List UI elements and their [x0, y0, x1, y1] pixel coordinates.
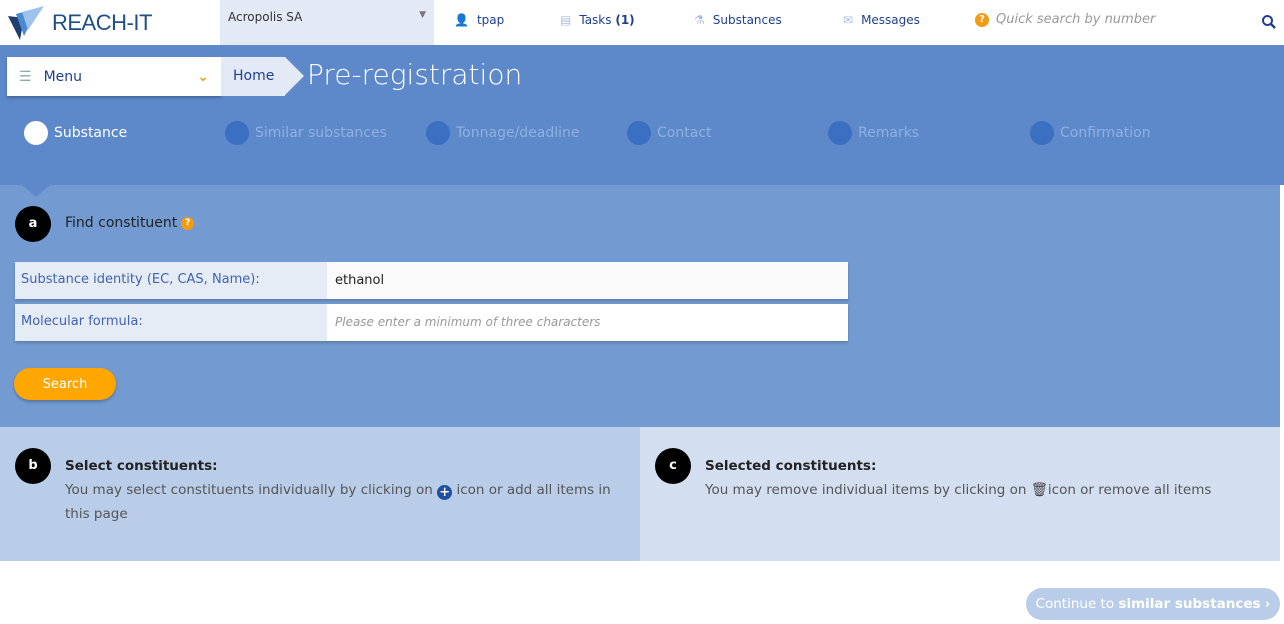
logo-icon	[8, 6, 44, 40]
molecular-formula-label: Molecular formula:	[15, 304, 327, 341]
quick-search[interactable]: ? Quick search by number	[975, 12, 1155, 27]
help-icon[interactable]: ?	[975, 12, 989, 27]
page-title: Pre-registration	[307, 58, 523, 91]
logo-text: REACH-IT	[52, 10, 152, 35]
step-label: Confirmation	[1060, 125, 1151, 141]
substance-identity-input[interactable]	[327, 262, 848, 299]
quick-search-input[interactable]: Quick search by number	[996, 12, 1155, 27]
step-tonnage-deadline: Tonnage/deadline	[426, 121, 580, 145]
tasks-label: Tasks	[579, 13, 612, 27]
section-badge-c: c	[655, 448, 691, 484]
flask-icon: ⚗	[694, 13, 705, 27]
messages-link[interactable]: ✉ Messages	[843, 13, 920, 27]
step-label: Remarks	[858, 125, 920, 141]
menu-button[interactable]: ☰ Menu ⌄	[7, 57, 221, 96]
substances-link[interactable]: ⚗ Substances	[694, 13, 782, 27]
continue-target: similar substances	[1118, 596, 1261, 612]
select-constituents-panel: b Select constituents: You may select co…	[0, 427, 640, 561]
search-icon[interactable]	[1261, 14, 1277, 30]
step-label: Similar substances	[255, 125, 387, 141]
search-button[interactable]: Search	[14, 368, 116, 400]
step-dot	[426, 121, 450, 145]
find-constituent-title: Find constituent	[65, 215, 178, 231]
tasks-link[interactable]: ▤ Tasks (1)	[560, 13, 635, 27]
select-constituents-title: Select constituents:	[65, 458, 218, 474]
step-dot	[24, 121, 48, 145]
user-link[interactable]: 👤 tpap	[454, 13, 504, 27]
user-name: tpap	[476, 13, 505, 27]
chevron-right-icon: ›	[1264, 596, 1271, 612]
tasks-count: (1)	[615, 13, 635, 27]
hamburger-icon: ☰	[19, 68, 32, 85]
organisation-name: Acropolis SA	[228, 10, 303, 24]
selected-instructions: You may remove individual items by click…	[705, 478, 1270, 502]
step-dot	[1030, 121, 1054, 145]
plus-circle-icon: +	[437, 485, 453, 500]
selected-constituents-panel: c Selected constituents: You may remove …	[640, 427, 1280, 561]
instruction-text: You may select constituents individually…	[65, 482, 433, 498]
home-label: Home	[233, 68, 275, 84]
select-instructions: You may select constituents individually…	[65, 478, 630, 526]
tasks-icon: ▤	[560, 13, 572, 27]
step-dot	[225, 121, 249, 145]
molecular-formula-input[interactable]	[327, 304, 848, 341]
step-confirmation: Confirmation	[1030, 121, 1151, 145]
trash-icon: 🗑	[1030, 482, 1048, 498]
top-bar: REACH-IT Acropolis SA ▼ 👤 tpap ▤ Tasks (1) …	[0, 0, 1284, 45]
substance-identity-row: Substance identity (EC, CAS, Name):	[15, 262, 848, 299]
step-substance: Substance	[24, 121, 127, 145]
envelope-icon: ✉	[843, 13, 854, 27]
continue-prefix: Continue to	[1035, 596, 1115, 612]
instruction-text: You may remove individual items by click…	[705, 482, 1027, 498]
step-dot	[828, 121, 852, 145]
step-contact: Contact	[627, 121, 711, 145]
step-pointer	[22, 185, 50, 197]
step-label: Tonnage/deadline	[456, 125, 580, 141]
messages-label: Messages	[861, 13, 920, 27]
step-similar-substances: Similar substances	[225, 121, 387, 145]
organisation-select[interactable]: Acropolis SA ▼	[220, 0, 434, 45]
chevron-down-icon: ⌄	[197, 68, 209, 85]
reach-it-logo[interactable]: REACH-IT	[8, 6, 152, 40]
substance-identity-label: Substance identity (EC, CAS, Name):	[15, 262, 327, 299]
menu-label: Menu	[43, 68, 83, 85]
breadcrumb-home[interactable]: Home	[221, 57, 304, 96]
help-icon[interactable]: ?	[181, 216, 195, 230]
step-label: Contact	[657, 125, 712, 141]
section-badge-a: a	[15, 206, 51, 242]
caret-down-icon: ▼	[419, 10, 426, 20]
step-remarks: Remarks	[828, 121, 919, 145]
substances-label: Substances	[712, 13, 782, 27]
user-icon: 👤	[454, 13, 469, 27]
instruction-text: icon or remove all items	[1047, 482, 1212, 498]
step-dot	[627, 121, 651, 145]
selected-constituents-title: Selected constituents:	[705, 458, 877, 474]
continue-button[interactable]: Continue to similar substances ›	[1026, 588, 1280, 620]
molecular-formula-row: Molecular formula:	[15, 304, 848, 341]
step-label: Substance	[54, 125, 128, 141]
section-badge-b: b	[15, 448, 51, 484]
